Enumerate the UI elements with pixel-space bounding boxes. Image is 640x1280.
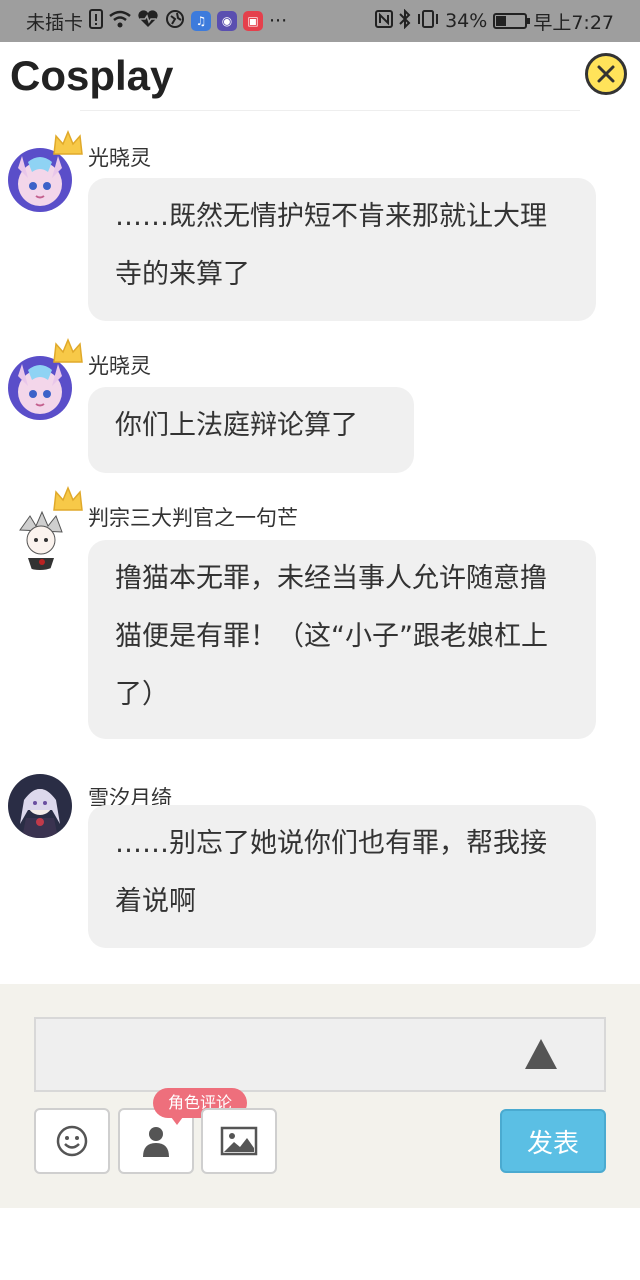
close-button[interactable]	[585, 53, 627, 95]
shop-app-icon: ▣	[243, 11, 264, 31]
vpn-icon	[165, 9, 185, 33]
header: Cosplay	[0, 42, 640, 112]
comment-input[interactable]	[34, 1017, 606, 1092]
music-app-icon: ♫	[191, 11, 212, 31]
more-notifications: ···	[269, 10, 288, 32]
comment-username[interactable]: 光晓灵	[88, 350, 151, 380]
post-button[interactable]: 发表	[500, 1109, 606, 1173]
comment-username[interactable]: 光晓灵	[88, 142, 151, 172]
expand-arrow-icon[interactable]	[525, 1039, 557, 1069]
battery-icon	[493, 13, 531, 29]
comment-bubble: ……别忘了她说你们也有罪，帮我接着说啊	[88, 805, 596, 948]
game-app-icon: ◉	[217, 11, 238, 31]
nfc-icon	[375, 10, 394, 32]
avatar[interactable]	[8, 774, 72, 838]
status-bar: 未插卡 ♫ ◉ ▣ ··· 34% 早上7:27	[0, 0, 640, 42]
emoji-icon	[56, 1125, 88, 1157]
avatar[interactable]	[8, 506, 72, 570]
person-icon	[143, 1127, 169, 1157]
battery-percent: 34%	[445, 10, 488, 32]
crown-icon	[52, 486, 84, 514]
comment-composer: 角色评论 发表	[0, 984, 640, 1208]
heart-rate-icon	[137, 10, 159, 32]
sim-alert-icon	[89, 9, 104, 33]
vibrate-icon	[417, 9, 439, 33]
carrier-text: 未插卡	[26, 11, 84, 34]
comment-username[interactable]: 判宗三大判官之一句芒	[88, 502, 298, 532]
crown-icon	[52, 338, 84, 366]
emoji-button[interactable]	[34, 1108, 110, 1174]
bluetooth-icon	[399, 8, 411, 33]
comment-bubble: 你们上法庭辩论算了	[88, 387, 414, 473]
header-divider	[80, 110, 580, 111]
clock: 早上7:27	[533, 11, 614, 34]
comment-bubble: 撸猫本无罪，未经当事人允许随意撸猫便是有罪！（这“小子”跟老娘杠上了）	[88, 540, 596, 739]
image-icon	[220, 1126, 258, 1156]
image-button[interactable]	[201, 1108, 277, 1174]
crown-icon	[52, 130, 84, 158]
comment-bubble: ……既然无情护短不肯来那就让大理寺的来算了	[88, 178, 596, 321]
wifi-icon	[109, 10, 131, 32]
comment-feed[interactable]: 光晓灵 ……既然无情护短不肯来那就让大理寺的来算了 光晓灵 你们上法庭辩论算了	[0, 112, 640, 984]
close-icon	[597, 65, 615, 83]
page-title: Cosplay	[10, 52, 174, 99]
